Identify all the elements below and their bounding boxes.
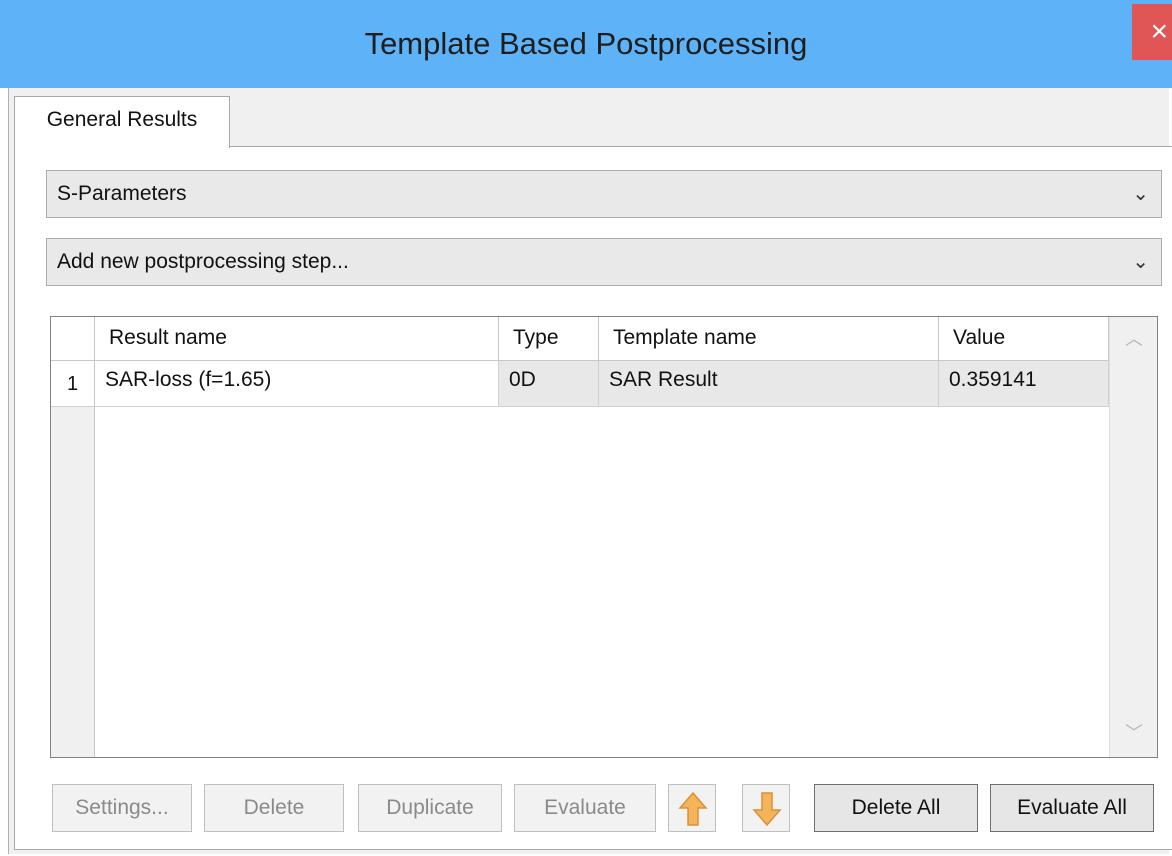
- add-step-value: Add new postprocessing step...: [57, 250, 349, 273]
- column-header-type[interactable]: Type: [499, 317, 599, 361]
- evaluate-button[interactable]: Evaluate: [514, 784, 656, 832]
- window-title: Template Based Postprocessing: [364, 26, 808, 61]
- close-button[interactable]: ×: [1132, 4, 1172, 60]
- delete-button[interactable]: Delete: [204, 784, 344, 832]
- evaluate-all-button[interactable]: Evaluate All: [990, 784, 1154, 832]
- duplicate-button[interactable]: Duplicate: [358, 784, 502, 832]
- arrow-up-icon: [678, 791, 708, 826]
- scroll-down-icon[interactable]: ﹀: [1110, 719, 1158, 745]
- chevron-down-icon: ⌄: [1132, 251, 1149, 273]
- chevron-down-icon: ⌄: [1132, 183, 1149, 205]
- cell-type[interactable]: 0D: [499, 361, 599, 407]
- column-header-value[interactable]: Value: [939, 317, 1109, 361]
- results-table[interactable]: Result name Type Template name Value 1 S…: [50, 316, 1158, 758]
- cell-value[interactable]: 0.359141: [939, 361, 1109, 407]
- cell-result-name[interactable]: SAR-loss (f=1.65): [95, 361, 499, 407]
- close-icon: ×: [1150, 15, 1168, 48]
- settings-button[interactable]: Settings...: [52, 784, 192, 832]
- vertical-scrollbar[interactable]: ︿ ﹀: [1109, 317, 1157, 757]
- cell-template-name[interactable]: SAR Result: [599, 361, 939, 407]
- corner-header: [51, 317, 95, 361]
- column-header-result-name[interactable]: Result name: [95, 317, 499, 361]
- scroll-up-icon[interactable]: ︿: [1110, 325, 1158, 351]
- result-type-dropdown[interactable]: S-Parameters ⌄: [46, 170, 1162, 218]
- row-number[interactable]: 1: [51, 361, 95, 407]
- arrow-down-icon: [752, 792, 782, 827]
- move-down-button[interactable]: [742, 784, 790, 832]
- add-step-dropdown[interactable]: Add new postprocessing step... ⌄: [46, 238, 1162, 286]
- column-header-template-name[interactable]: Template name: [599, 317, 939, 361]
- tab-general-results[interactable]: General Results: [14, 96, 230, 148]
- result-type-value: S-Parameters: [57, 182, 187, 205]
- move-up-button[interactable]: [668, 784, 716, 832]
- delete-all-button[interactable]: Delete All: [814, 784, 978, 832]
